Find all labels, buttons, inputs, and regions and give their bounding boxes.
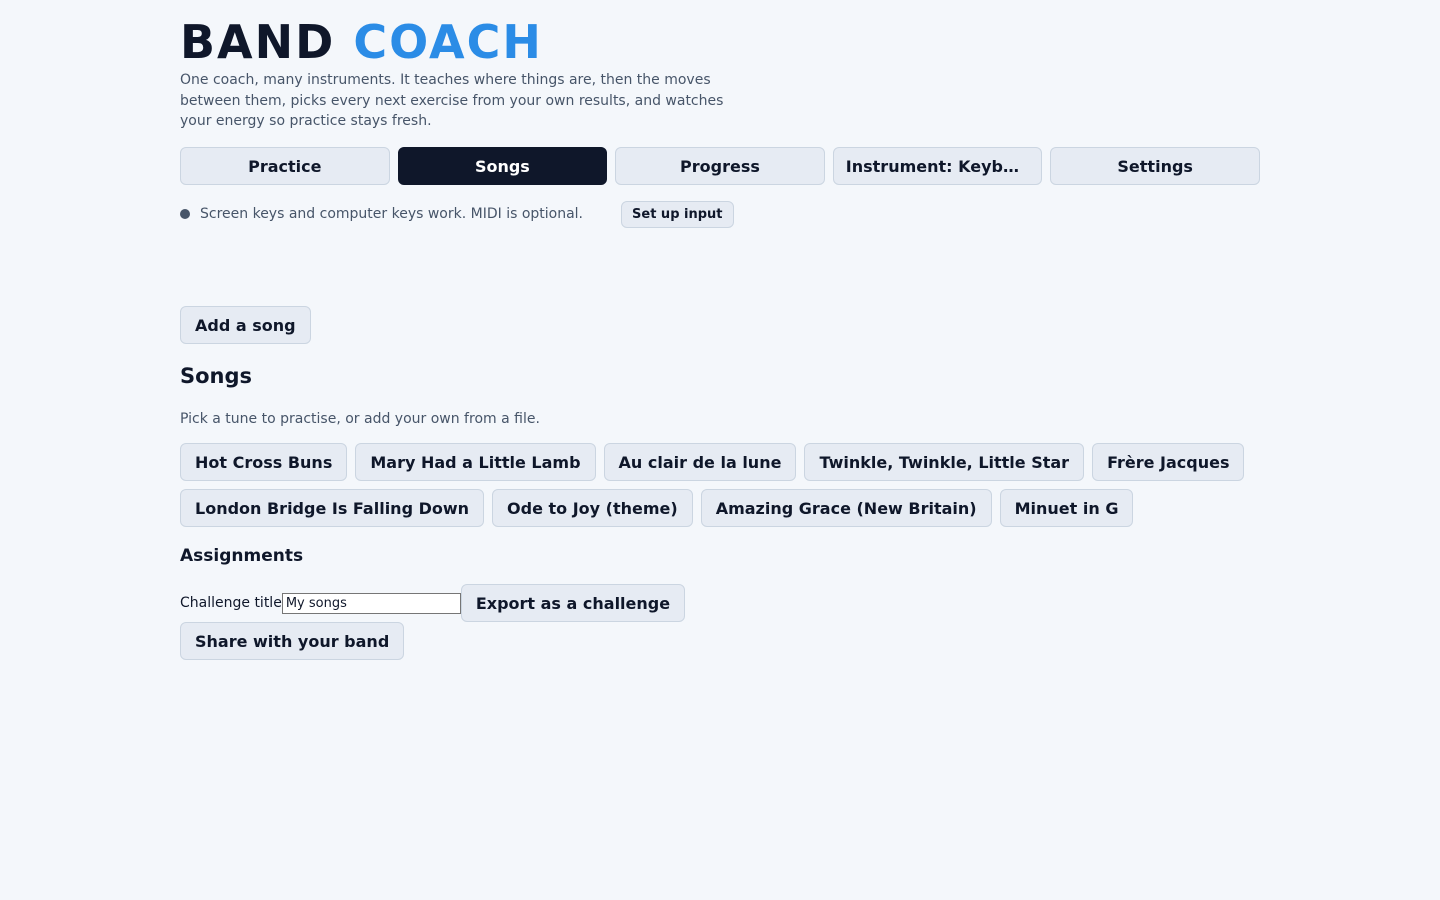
app-title-part1: BAND xyxy=(180,15,336,69)
song-button-twinkle-twinkle[interactable]: Twinkle, Twinkle, Little Star xyxy=(804,443,1085,481)
song-button-ode-to-joy[interactable]: Ode to Joy (theme) xyxy=(492,489,693,527)
input-status: Screen keys and computer keys work. MIDI… xyxy=(180,200,734,228)
tab-instrument[interactable]: Instrument: Keybo... xyxy=(832,147,1043,185)
song-button-frere-jacques[interactable]: Frère Jacques xyxy=(1092,443,1245,481)
tab-practice[interactable]: Practice xyxy=(180,147,390,185)
challenge-title-label: Challenge title xyxy=(180,595,282,611)
band-coach-page: BAND COACH One coach, many instruments. … xyxy=(0,0,1440,900)
song-button-london-bridge[interactable]: London Bridge Is Falling Down xyxy=(180,489,485,527)
songs-subtitle: Pick a tune to practise, or add your own… xyxy=(180,411,540,427)
export-challenge-button[interactable]: Export as a challenge xyxy=(460,584,686,622)
tab-settings[interactable]: Settings xyxy=(1050,147,1260,185)
add-song-button[interactable]: Add a song xyxy=(180,306,311,344)
setup-input-button[interactable]: Set up input xyxy=(621,200,734,228)
song-button-minuet-in-g[interactable]: Minuet in G xyxy=(999,489,1134,527)
main-tabs: Practice Songs Progress Instrument: Keyb… xyxy=(180,147,1260,185)
app-title-part2: COACH xyxy=(353,15,543,69)
song-button-au-clair-de-la-lune[interactable]: Au clair de la lune xyxy=(603,443,797,481)
challenge-row: Challenge title Export as a challenge xyxy=(180,584,686,622)
status-dot-icon xyxy=(180,209,190,219)
challenge-title-input[interactable] xyxy=(281,592,461,614)
share-with-band-button[interactable]: Share with your band xyxy=(180,622,405,660)
song-button-hot-cross-buns[interactable]: Hot Cross Buns xyxy=(180,443,348,481)
tab-progress[interactable]: Progress xyxy=(615,147,825,185)
songs-heading: Songs xyxy=(180,364,253,388)
song-list: Hot Cross Buns Mary Had a Little Lamb Au… xyxy=(180,443,1260,527)
tab-songs[interactable]: Songs xyxy=(397,147,608,185)
status-text: Screen keys and computer keys work. MIDI… xyxy=(200,206,584,222)
tagline: One coach, many instruments. It teaches … xyxy=(180,72,724,129)
song-button-mary-had-a-little-lamb[interactable]: Mary Had a Little Lamb xyxy=(355,443,596,481)
app-title: BAND COACH xyxy=(180,16,543,68)
song-button-amazing-grace[interactable]: Amazing Grace (New Britain) xyxy=(700,489,992,527)
assignments-heading: Assignments xyxy=(180,546,304,566)
